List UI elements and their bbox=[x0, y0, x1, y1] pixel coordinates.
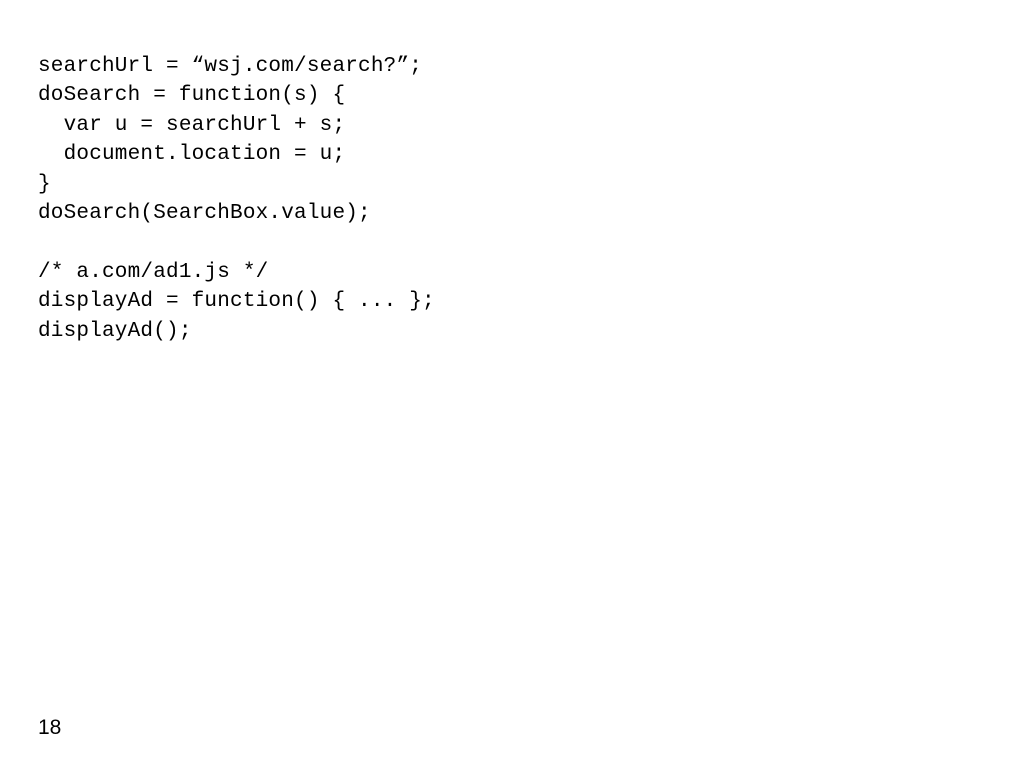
code-snippet: searchUrl = “wsj.com/search?”; doSearch … bbox=[38, 52, 435, 346]
page-number: 18 bbox=[38, 716, 61, 740]
